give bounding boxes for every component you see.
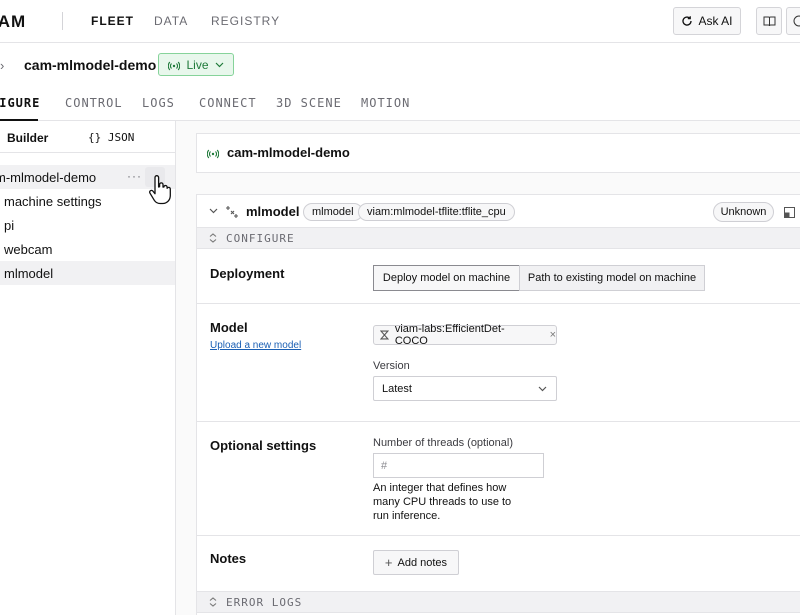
model-pill: viam:mlmodel-tflite:tflite_cpu xyxy=(358,203,515,221)
status-badge: Unknown xyxy=(713,202,774,222)
mlmodel-service-card: mlmodel mlmodel viam:mlmodel-tflite:tfli… xyxy=(196,194,800,615)
machine-card: cam-mlmodel-demo xyxy=(196,133,800,173)
ask-ai-label: Ask AI xyxy=(698,14,733,28)
top-navigation: IAM FLEET DATA REGISTRY Ask AI xyxy=(0,0,800,43)
version-select[interactable]: Latest xyxy=(373,376,557,401)
add-notes-label: Add notes xyxy=(397,556,448,569)
remove-model-icon[interactable]: × xyxy=(550,329,556,341)
book-icon xyxy=(763,16,775,26)
nav-data[interactable]: DATA xyxy=(154,14,188,28)
docs-button[interactable] xyxy=(756,7,782,35)
tab-configure[interactable]: FIGURE xyxy=(0,96,40,110)
service-name: mlmodel xyxy=(246,204,300,219)
optional-settings-label: Optional settings xyxy=(210,438,317,453)
help-icon xyxy=(793,15,800,27)
tree-item-label: pi xyxy=(4,217,15,233)
chevron-down-icon xyxy=(538,386,547,392)
viam-logo[interactable]: IAM xyxy=(0,12,26,32)
tree-item-label: machine settings xyxy=(4,193,102,209)
live-label: Live xyxy=(186,57,209,72)
tree-item-webcam[interactable]: webcam xyxy=(0,237,175,261)
machine-card-title: cam-mlmodel-demo xyxy=(227,145,350,160)
plus-icon: + xyxy=(384,555,393,570)
tab-motion[interactable]: MOTION xyxy=(361,96,410,110)
row-divider xyxy=(197,303,800,304)
api-pill: mlmodel xyxy=(303,203,363,221)
tab-3d-scene[interactable]: 3D SCENE xyxy=(276,96,342,110)
main-config-panel: cam-mlmodel-demo mlmodel mlmodel viam:ml… xyxy=(176,121,800,615)
threads-input[interactable] xyxy=(373,453,544,478)
builder-tab[interactable]: Builder xyxy=(7,131,48,145)
mlmodel-service-icon xyxy=(226,206,238,218)
hand-cursor-icon xyxy=(149,175,171,205)
model-label: Model xyxy=(210,320,248,335)
tree-item-label: mlmodel xyxy=(4,265,54,281)
service-header[interactable]: mlmodel mlmodel viam:mlmodel-tflite:tfli… xyxy=(197,195,800,227)
ask-ai-button[interactable]: Ask AI xyxy=(673,7,741,35)
selected-model-chip: viam-labs:EfficientDet-COCO × xyxy=(373,323,557,347)
existing-path-option[interactable]: Path to existing model on machine xyxy=(519,265,705,291)
deploy-on-machine-option[interactable]: Deploy model on machine xyxy=(373,265,520,291)
machine-tabs: FIGURE CONTROL LOGS CONNECT 3D SCENE MOT… xyxy=(0,86,800,121)
collapse-icon xyxy=(209,597,217,607)
tree-item-label: webcam xyxy=(4,241,53,257)
more-options-icon[interactable]: ··· xyxy=(127,169,142,183)
add-notes-button[interactable]: + Add notes xyxy=(373,550,459,575)
row-divider xyxy=(197,535,800,536)
version-label: Version xyxy=(373,360,410,372)
tab-control[interactable]: CONTROL xyxy=(65,96,123,110)
tree-item-mlmodel[interactable]: mlmodel xyxy=(0,261,175,285)
threads-label: Number of threads (optional) xyxy=(373,437,514,449)
nav-fleet[interactable]: FLEET xyxy=(91,14,134,28)
configure-label: CONFIGURE xyxy=(226,231,295,245)
configure-section-header[interactable]: CONFIGURE xyxy=(197,227,800,249)
deployment-label: Deployment xyxy=(210,266,285,281)
tree-item-label: m-mlmodel-demo xyxy=(0,169,97,185)
breadcrumb-chevron-icon: › xyxy=(0,58,5,73)
nav-divider xyxy=(62,12,63,30)
tree-item-pi[interactable]: pi xyxy=(0,213,175,237)
help-button[interactable] xyxy=(786,7,800,35)
model-chip-label: viam-labs:EfficientDet-COCO xyxy=(394,323,505,347)
nav-registry[interactable]: REGISTRY xyxy=(211,14,280,28)
builder-json-toggle: Builder {} JSON xyxy=(0,121,175,153)
notes-label: Notes xyxy=(210,551,247,566)
machine-name-breadcrumb[interactable]: cam-mlmodel-demo xyxy=(24,57,156,73)
model-hourglass-icon xyxy=(380,330,389,340)
collapse-icon xyxy=(209,233,217,243)
error-logs-section-header[interactable]: ERROR LOGS xyxy=(197,591,800,613)
live-status-dropdown[interactable]: Live xyxy=(158,53,234,76)
tab-connect[interactable]: CONNECT xyxy=(199,96,257,110)
json-tab[interactable]: {} JSON xyxy=(88,131,134,144)
chevron-down-icon xyxy=(215,62,223,67)
signal-icon xyxy=(207,149,219,159)
ai-refresh-icon xyxy=(682,16,693,26)
signal-icon xyxy=(168,61,181,70)
chevron-down-icon[interactable] xyxy=(209,208,218,214)
fullscreen-icon[interactable] xyxy=(784,207,795,218)
version-value: Latest xyxy=(382,382,412,395)
tab-logs[interactable]: LOGS xyxy=(142,96,175,110)
error-logs-label: ERROR LOGS xyxy=(226,595,303,609)
row-divider xyxy=(197,421,800,422)
threads-help-text: An integer that defines how many CPU thr… xyxy=(373,482,512,522)
upload-model-link[interactable]: Upload a new model xyxy=(210,340,301,351)
